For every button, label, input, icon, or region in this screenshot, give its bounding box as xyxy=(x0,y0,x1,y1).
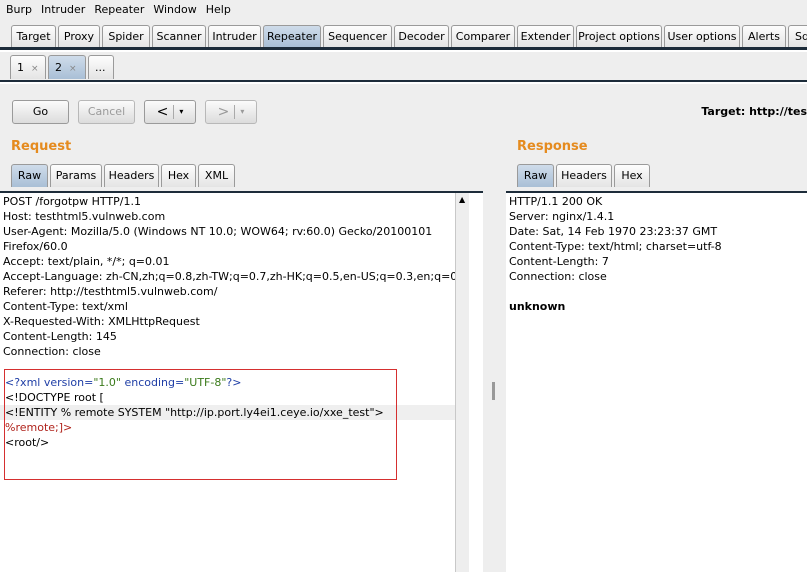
cancel-button[interactable]: Cancel xyxy=(78,100,135,124)
repeater-tab-label: ... xyxy=(95,61,106,74)
divider-grip-icon[interactable] xyxy=(492,382,495,400)
forward-button[interactable]: > ▾ xyxy=(205,100,257,124)
response-viewer[interactable]: HTTP/1.1 200 OK Server: nginx/1.4.1 Date… xyxy=(506,191,807,572)
split-divider[interactable] xyxy=(487,126,499,572)
response-status-line: HTTP/1.1 200 OK xyxy=(509,195,603,208)
request-line: POST /forgotpw HTTP/1.1 xyxy=(3,195,141,208)
tab-decoder[interactable]: Decoder xyxy=(394,25,449,47)
request-header: Content-Length: 145 xyxy=(3,330,117,343)
response-header: Server: nginx/1.4.1 xyxy=(509,210,615,223)
menu-repeater[interactable]: Repeater xyxy=(94,3,144,16)
menu-bar: Burp Intruder Repeater Window Help xyxy=(0,0,807,19)
main-tab-bar: Target Proxy Spider Scanner Intruder Rep… xyxy=(0,19,807,50)
request-header: Content-Type: text/xml xyxy=(3,300,128,313)
response-tab-hex[interactable]: Hex xyxy=(614,164,650,187)
tab-comparer[interactable]: Comparer xyxy=(451,25,515,47)
request-title: Request xyxy=(11,139,72,154)
tab-repeater[interactable]: Repeater xyxy=(263,25,321,47)
response-header: Content-Type: text/html; charset=utf-8 xyxy=(509,240,722,253)
scroll-up-icon[interactable]: ▲ xyxy=(459,195,465,204)
request-header: Connection: close xyxy=(3,345,101,358)
request-header: X-Requested-With: XMLHttpRequest xyxy=(3,315,200,328)
request-scrollbar[interactable]: ▲ xyxy=(455,193,469,572)
tab-extender[interactable]: Extender xyxy=(517,25,574,47)
request-header: Referer: http://testhtml5.vulnweb.com/ xyxy=(3,285,218,298)
response-tab-raw[interactable]: Raw xyxy=(517,164,554,187)
response-header: Content-Length: 7 xyxy=(509,255,609,268)
response-tab-headers[interactable]: Headers xyxy=(556,164,612,187)
forward-arrow-icon: > xyxy=(217,104,230,120)
request-editor[interactable]: POST /forgotpw HTTP/1.1 Host: testhtml5.… xyxy=(0,191,483,572)
tab-user-options[interactable]: User options xyxy=(664,25,740,47)
repeater-tab-2[interactable]: 2 × xyxy=(48,55,86,79)
menu-intruder[interactable]: Intruder xyxy=(41,3,85,16)
repeater-tab-label: 1 xyxy=(17,61,24,74)
go-button[interactable]: Go xyxy=(12,100,69,124)
request-header: User-Agent: Mozilla/5.0 (Windows NT 10.0… xyxy=(3,225,433,238)
request-tab-headers[interactable]: Headers xyxy=(104,164,159,187)
tab-sequencer[interactable]: Sequencer xyxy=(323,25,392,47)
tab-project-options[interactable]: Project options xyxy=(576,25,662,47)
back-arrow-icon: < xyxy=(156,104,169,120)
tab-spider[interactable]: Spider xyxy=(102,25,150,47)
close-icon[interactable]: × xyxy=(31,64,39,74)
request-tab-params[interactable]: Params xyxy=(50,164,102,187)
tab-proxy[interactable]: Proxy xyxy=(58,25,100,47)
request-header: Accept-Language: zh-CN,zh;q=0.8,zh-TW;q=… xyxy=(3,270,468,283)
tab-target[interactable]: Target xyxy=(11,25,56,47)
payload-highlight-box xyxy=(4,369,397,480)
target-label[interactable]: Target: http://tes xyxy=(701,105,807,118)
repeater-tab-1[interactable]: 1 × xyxy=(10,55,46,79)
message-panels: Request Raw Params Headers Hex XML POST … xyxy=(0,126,807,572)
menu-window[interactable]: Window xyxy=(153,3,196,16)
close-icon[interactable]: × xyxy=(69,64,77,74)
response-title: Response xyxy=(517,139,588,154)
request-tab-raw[interactable]: Raw xyxy=(11,164,48,187)
back-button[interactable]: < ▾ xyxy=(144,100,196,124)
repeater-toolbar: Go Cancel < ▾ > ▾ Target: http://tes xyxy=(0,84,807,126)
tab-scanner[interactable]: Scanner xyxy=(152,25,206,47)
repeater-tab-bar: 1 × 2 × ... xyxy=(0,52,807,82)
request-header: Firefox/60.0 xyxy=(3,240,68,253)
response-header: Connection: close xyxy=(509,270,607,283)
repeater-tab-new[interactable]: ... xyxy=(88,55,114,79)
request-tab-hex[interactable]: Hex xyxy=(161,164,196,187)
response-body: unknown xyxy=(509,300,566,313)
response-header: Date: Sat, 14 Feb 1970 23:23:37 GMT xyxy=(509,225,718,238)
repeater-tab-label: 2 xyxy=(55,61,62,74)
request-header: Accept: text/plain, */*; q=0.01 xyxy=(3,255,170,268)
menu-burp[interactable]: Burp xyxy=(6,3,32,16)
tab-alerts[interactable]: Alerts xyxy=(742,25,786,47)
dropdown-icon: ▾ xyxy=(240,107,245,116)
tab-intruder[interactable]: Intruder xyxy=(208,25,261,47)
menu-help[interactable]: Help xyxy=(206,3,231,16)
dropdown-icon: ▾ xyxy=(179,107,184,116)
tab-sequencer-truncated[interactable]: Sq xyxy=(788,25,807,47)
request-header: Host: testhtml5.vulnweb.com xyxy=(3,210,166,223)
request-tab-xml[interactable]: XML xyxy=(198,164,235,187)
